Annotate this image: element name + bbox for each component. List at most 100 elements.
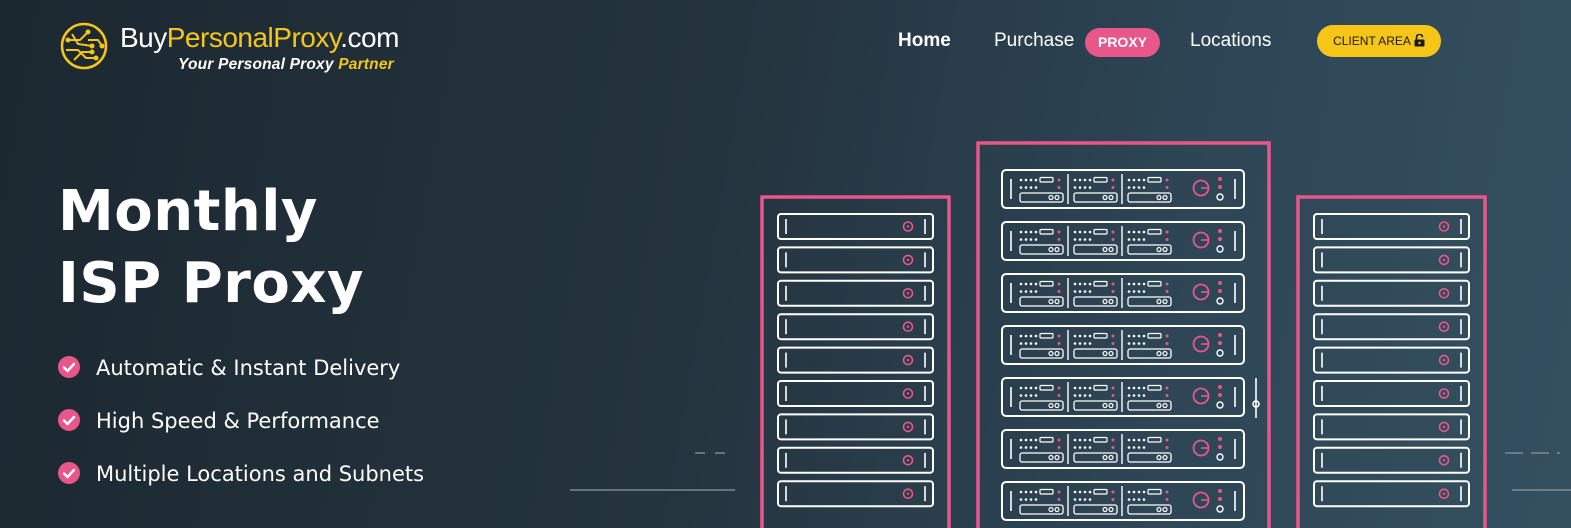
nav-locations[interactable]: Locations bbox=[1190, 30, 1271, 52]
server-blade-led bbox=[1218, 237, 1222, 241]
server-module-dot bbox=[1029, 386, 1033, 390]
server-module-dot bbox=[1073, 334, 1077, 338]
server-module-led bbox=[1165, 498, 1169, 501]
server-module-dot bbox=[1083, 386, 1087, 390]
server-module-dot bbox=[1137, 238, 1141, 241]
server-module-dot bbox=[1088, 386, 1092, 390]
server-module-dot bbox=[1078, 490, 1082, 494]
server-module-led bbox=[1165, 394, 1169, 397]
server-module-slot bbox=[1039, 176, 1054, 183]
server-module-dot bbox=[1019, 386, 1023, 390]
server-module-slot bbox=[1039, 280, 1054, 287]
server-blade-led bbox=[1218, 177, 1222, 181]
server-module-led bbox=[1165, 282, 1169, 286]
server-unit-led-dot bbox=[906, 492, 910, 495]
server-module-dot bbox=[1137, 342, 1141, 345]
server-module-drive-led bbox=[1162, 402, 1168, 409]
server-module-drive-led bbox=[1054, 506, 1060, 513]
server-module-led bbox=[1165, 342, 1169, 345]
server-module-led bbox=[1111, 282, 1115, 286]
server-module-drive-led bbox=[1162, 194, 1168, 201]
server-module-led bbox=[1111, 334, 1115, 338]
site-logo[interactable]: BuyPersonalProxy.com Your Personal Proxy… bbox=[58, 20, 438, 76]
server-module-dot bbox=[1142, 290, 1146, 293]
server-module-dot bbox=[1078, 178, 1082, 182]
server-module-drive bbox=[1073, 192, 1118, 203]
server-blade-led bbox=[1218, 393, 1222, 397]
server-module-dot bbox=[1127, 282, 1131, 286]
server-module-drive-led bbox=[1162, 298, 1168, 305]
server-module-drive bbox=[1127, 244, 1172, 255]
nav-purchase[interactable]: Purchase bbox=[994, 30, 1074, 52]
server-module-dot bbox=[1088, 290, 1092, 293]
server-module-dot bbox=[1034, 342, 1038, 345]
server-module-drive bbox=[1019, 400, 1064, 411]
server-module-dot bbox=[1073, 394, 1077, 397]
server-module-led bbox=[1057, 438, 1061, 442]
server-module-drive bbox=[1127, 296, 1172, 307]
server-unit bbox=[1313, 446, 1470, 474]
server-module-drive-led bbox=[1102, 350, 1108, 357]
server-unit-led-dot bbox=[1442, 225, 1446, 228]
server-module-drive bbox=[1127, 452, 1172, 463]
server-module-dot bbox=[1029, 490, 1033, 494]
server-module-dot bbox=[1029, 186, 1033, 189]
server-blade-led bbox=[1218, 489, 1222, 493]
feature-text: High Speed & Performance bbox=[96, 409, 380, 433]
server-module-slot bbox=[1093, 436, 1108, 443]
server-module-dot bbox=[1127, 238, 1131, 241]
server-module-dot bbox=[1083, 238, 1087, 241]
server-module-drive-led bbox=[1108, 350, 1114, 357]
server-module-led bbox=[1057, 230, 1061, 234]
server-unit-led-dot bbox=[906, 358, 910, 362]
server-unit-led-dot bbox=[1442, 492, 1446, 495]
server-module-drive-led bbox=[1102, 298, 1108, 305]
server-module-drive bbox=[1019, 504, 1064, 515]
server-module-dot bbox=[1127, 230, 1131, 234]
server-module-drive-led bbox=[1054, 350, 1060, 357]
server-module-dot bbox=[1132, 342, 1136, 345]
server-blade-led bbox=[1216, 349, 1224, 357]
server-module-dot bbox=[1073, 282, 1077, 286]
server-module-slot bbox=[1147, 384, 1162, 391]
server-blade-led bbox=[1218, 385, 1222, 389]
server-module-dot bbox=[1127, 490, 1131, 494]
server-module-slot bbox=[1093, 176, 1108, 183]
server-unit-led-dot bbox=[1442, 258, 1446, 262]
server-module-drive bbox=[1127, 504, 1172, 515]
server-unit-led-dot bbox=[906, 425, 910, 429]
server-module-dot bbox=[1029, 342, 1033, 345]
server-module-drive-led bbox=[1108, 194, 1114, 201]
server-module-dot bbox=[1073, 290, 1077, 293]
server-module-dot bbox=[1024, 290, 1028, 293]
server-module-drive bbox=[1019, 452, 1064, 463]
server-module-led bbox=[1165, 230, 1169, 234]
server-unit bbox=[1313, 246, 1470, 274]
server-unit bbox=[777, 313, 934, 341]
server-module-led bbox=[1057, 498, 1061, 501]
server-module-dot bbox=[1078, 386, 1082, 390]
server-module-led bbox=[1057, 334, 1061, 338]
server-module-dot bbox=[1019, 282, 1023, 286]
server-module-dot bbox=[1088, 342, 1092, 345]
server-module-dot bbox=[1029, 334, 1033, 338]
server-unit bbox=[777, 213, 934, 240]
server-module-slot bbox=[1093, 228, 1108, 235]
server-module-led bbox=[1111, 498, 1115, 501]
server-module-slot bbox=[1039, 436, 1054, 443]
server-module-dot bbox=[1127, 438, 1131, 442]
server-module-dot bbox=[1019, 186, 1023, 189]
nav-home[interactable]: Home bbox=[898, 30, 951, 52]
server-module-drive bbox=[1073, 452, 1118, 463]
server-module-dot bbox=[1142, 394, 1146, 397]
server-module-dot bbox=[1034, 282, 1038, 286]
check-circle-icon bbox=[58, 356, 80, 378]
proxy-badge[interactable]: PROXY bbox=[1085, 28, 1160, 57]
server-module-dot bbox=[1137, 498, 1141, 501]
server-unit bbox=[1313, 279, 1470, 307]
server-module-led bbox=[1057, 394, 1061, 397]
server-module-slot bbox=[1039, 332, 1054, 339]
client-area-label: CLIENT AREA bbox=[1333, 34, 1411, 48]
client-area-button[interactable]: CLIENT AREA bbox=[1317, 25, 1441, 57]
server-module-dot bbox=[1137, 186, 1141, 189]
